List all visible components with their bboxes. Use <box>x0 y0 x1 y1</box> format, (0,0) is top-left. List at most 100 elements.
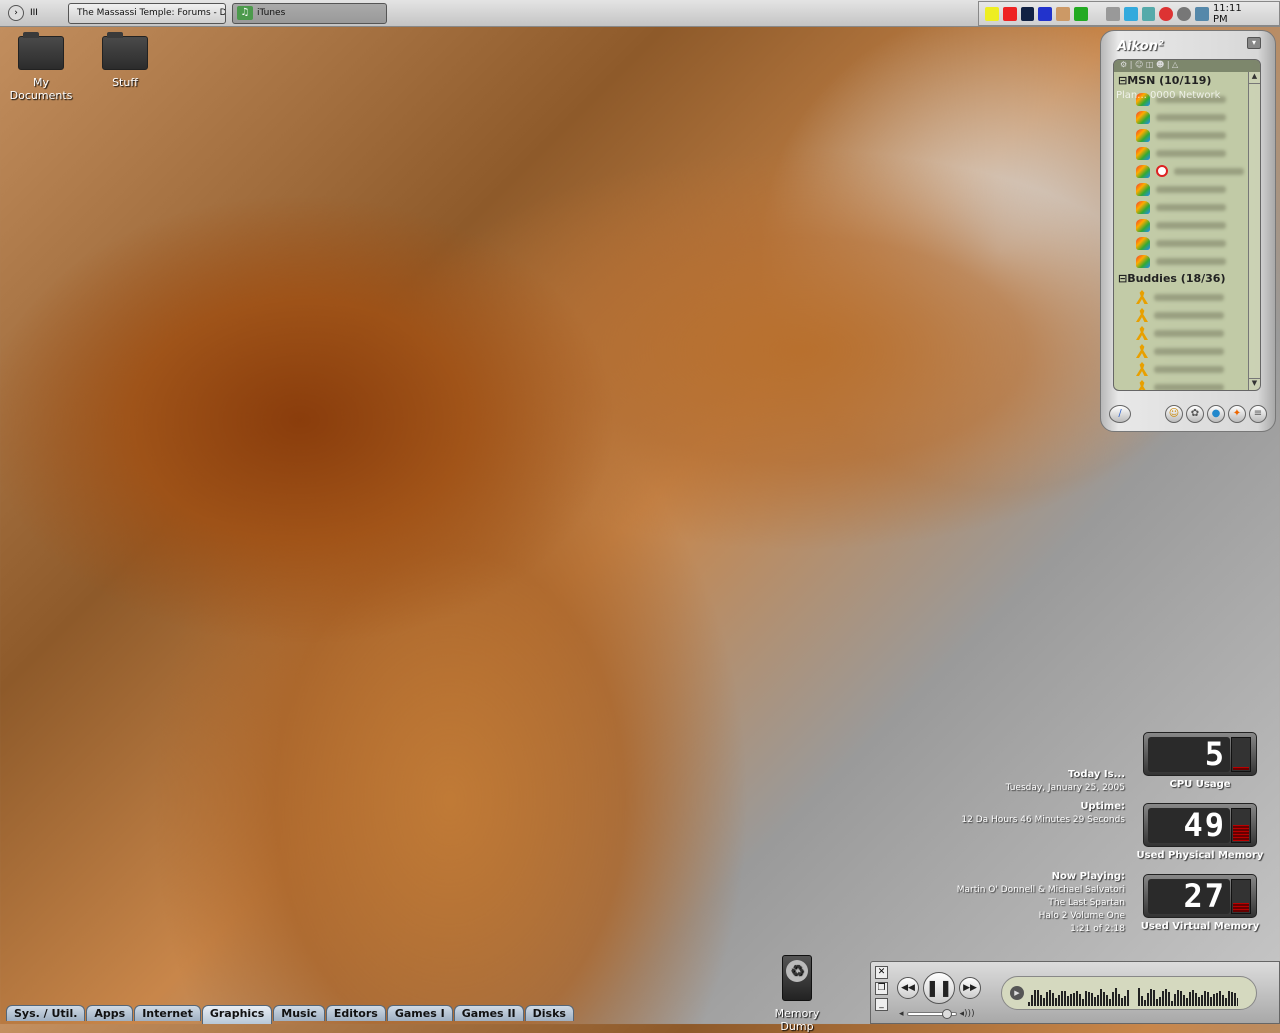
spectrum-bar <box>1073 993 1075 1006</box>
contact-name-blurred <box>1156 221 1226 229</box>
ufo-icon[interactable] <box>1074 6 1088 21</box>
aim-icon <box>1136 380 1148 390</box>
tab-internet[interactable]: Internet <box>134 1005 201 1021</box>
dial-icon[interactable] <box>1123 6 1138 21</box>
contact-item[interactable] <box>1114 180 1260 198</box>
spectrum-bar <box>1079 994 1081 1006</box>
contact-item[interactable] <box>1114 360 1260 378</box>
contact-group[interactable]: ⊟MSN (10/119) <box>1114 72 1260 90</box>
spectrum-bar <box>1121 998 1123 1006</box>
minimize-button[interactable]: _ <box>875 998 888 1011</box>
connection-icon[interactable] <box>1177 6 1192 21</box>
restore-button[interactable]: ❐ <box>875 982 888 995</box>
contact-item[interactable] <box>1114 162 1260 180</box>
folder-icon <box>18 32 64 70</box>
aikon-logo: Aikon² <box>1117 39 1164 54</box>
spectrum-bar <box>1040 995 1042 1006</box>
spectrum-bar <box>1097 995 1099 1006</box>
spectrum-bar <box>1076 991 1078 1006</box>
pause-button[interactable]: ❚❚ <box>923 972 955 1004</box>
contact-item[interactable] <box>1114 342 1260 360</box>
arrow-icon[interactable]: › <box>8 5 24 21</box>
tab-music[interactable]: Music <box>273 1005 325 1021</box>
minimize-button[interactable]: ▾ <box>1247 37 1261 49</box>
desktop-icon-my-documents[interactable]: My Documents <box>1 32 81 102</box>
spectrum-bar <box>1219 991 1221 1006</box>
aikon-toolbar[interactable]: ⚙ | ☺ ◫ ☻ | △ <box>1114 60 1260 72</box>
settings-button[interactable]: ✿ <box>1186 405 1204 423</box>
contact-item[interactable] <box>1114 378 1260 390</box>
s-icon[interactable] <box>1105 6 1120 21</box>
tab-disks[interactable]: Disks <box>524 1005 574 1021</box>
contact-name-blurred <box>1156 113 1226 121</box>
chat-button[interactable]: ● <box>1207 405 1225 423</box>
spectrum-bar <box>1049 990 1051 1006</box>
contact-item[interactable] <box>1114 198 1260 216</box>
previous-button[interactable]: ◀◀ <box>897 977 919 999</box>
spectrum-bar <box>1103 992 1105 1006</box>
kerio-icon[interactable] <box>1020 6 1035 21</box>
meter-fill <box>1233 824 1249 841</box>
contact-item[interactable] <box>1114 126 1260 144</box>
device-icon[interactable] <box>1141 6 1156 21</box>
pen-icon[interactable]: / <box>1109 405 1131 423</box>
volume-knob[interactable] <box>941 1009 952 1019</box>
scroll-down-button[interactable]: ▼ <box>1249 378 1260 390</box>
tab-graphics[interactable]: Graphics <box>201 1005 273 1024</box>
contact-name-blurred <box>1156 95 1226 103</box>
ati-icon[interactable] <box>1002 6 1017 21</box>
spectrum-bar <box>1225 998 1227 1006</box>
network-tool-icon[interactable] <box>1056 6 1071 21</box>
tab-games-i[interactable]: Games I <box>386 1005 453 1021</box>
contact-item[interactable] <box>1114 216 1260 234</box>
spectrum-bar <box>1168 992 1170 1006</box>
volume-icon[interactable] <box>985 6 999 21</box>
tab-editors[interactable]: Editors <box>325 1005 386 1021</box>
group-label: Buddies (18/36) <box>1127 272 1226 285</box>
sync-icon[interactable] <box>1159 6 1174 21</box>
tab-apps[interactable]: Apps <box>86 1005 134 1021</box>
contact-item[interactable] <box>1114 324 1260 342</box>
norton-icon[interactable] <box>1038 6 1053 21</box>
spectrum-bar <box>1150 989 1152 1006</box>
volume-slider[interactable] <box>906 1009 957 1019</box>
meter-label: CPU Usage <box>1169 779 1231 790</box>
contact-item[interactable] <box>1114 234 1260 252</box>
desktop-icon-stuff[interactable]: Stuff <box>85 32 165 89</box>
contact-name-blurred <box>1154 329 1224 337</box>
spectrum-bar <box>1112 992 1114 1006</box>
menu-button[interactable]: ≡ <box>1249 405 1267 423</box>
task-itunes[interactable]: ♫ iTunes <box>232 2 387 24</box>
recycle-bin-label: Memory Dump <box>774 1007 820 1033</box>
msn-button[interactable]: ✦ <box>1228 405 1246 423</box>
close-button[interactable]: ✕ <box>875 966 888 979</box>
tab-games-ii[interactable]: Games II <box>453 1005 524 1021</box>
contact-item[interactable] <box>1114 288 1260 306</box>
launcher-tabs: Sys. / Util. Apps Internet Graphics Music Edi… <box>6 1005 574 1024</box>
spectrum-bar <box>1159 997 1161 1006</box>
scroll-up-button[interactable]: ▲ <box>1249 72 1260 84</box>
clock[interactable]: 11:11 PM <box>1213 3 1259 25</box>
spectrum-bar <box>1031 995 1033 1006</box>
visualizer-display: ▶ <box>1001 976 1257 1010</box>
scrollbar[interactable]: ▲ ▼ <box>1248 72 1260 390</box>
contact-item[interactable] <box>1114 306 1260 324</box>
contact-item[interactable] <box>1114 90 1260 108</box>
aim-button[interactable]: ☺ <box>1165 405 1183 423</box>
itunes-icon: ♫ <box>237 6 253 20</box>
msn-icon <box>1136 128 1150 142</box>
start-button[interactable]: › III <box>0 1 54 25</box>
task-firefox[interactable]: The Massassi Temple: Forums - Dis... <box>68 2 226 24</box>
contact-name-blurred <box>1154 347 1224 355</box>
tab-sys-util-[interactable]: Sys. / Util. <box>6 1005 86 1021</box>
contact-item[interactable] <box>1114 144 1260 162</box>
contact-item[interactable] <box>1114 252 1260 270</box>
contact-name-blurred <box>1154 311 1224 319</box>
spectrum-bar <box>1222 995 1224 1006</box>
contact-item[interactable] <box>1114 108 1260 126</box>
next-button[interactable]: ▶▶ <box>959 977 981 999</box>
network-icon[interactable] <box>1195 6 1209 21</box>
recycle-bin[interactable]: Memory Dump <box>760 955 834 1033</box>
contact-group[interactable]: ⊟Buddies (18/36) <box>1114 270 1260 288</box>
contact-name-blurred <box>1156 203 1226 211</box>
